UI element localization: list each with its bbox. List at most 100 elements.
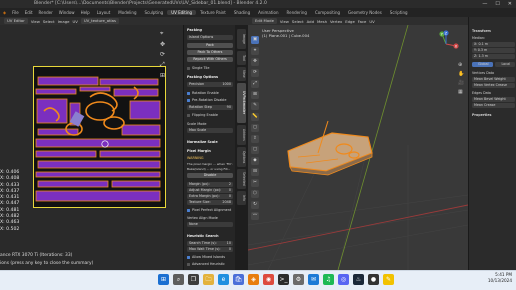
tab-compositing[interactable]: Compositing	[311, 10, 344, 15]
mean-bevel-field[interactable]: Mean Bevel Weight	[472, 77, 515, 82]
sidebar-tab-info[interactable]: Info	[237, 191, 246, 205]
annotate-icon[interactable]: ✎	[251, 102, 259, 110]
editor-type-dropdown[interactable]: UV Editor	[4, 18, 28, 24]
tab-texture-paint[interactable]: Texture Paint	[196, 10, 230, 15]
mesh-object[interactable]	[287, 120, 373, 176]
store-icon[interactable]: 🛍	[233, 274, 244, 285]
checkbox[interactable]	[187, 91, 190, 95]
search-time-field[interactable]: Search Time (s): 10	[187, 241, 233, 246]
extra-margin-field[interactable]: Extra Margin (px): 0	[187, 194, 233, 199]
tab-rendering[interactable]: Rendering	[283, 10, 311, 15]
tab-shading[interactable]: Shading	[230, 10, 254, 15]
close-button[interactable]: ✕	[508, 0, 512, 8]
notes-icon[interactable]: ✎	[383, 274, 394, 285]
system-tray[interactable]: 5:41 PM 10/13/2024	[488, 272, 512, 284]
knife-icon[interactable]: ✂	[251, 179, 259, 187]
move-icon[interactable]: ✥	[251, 58, 259, 66]
inset-icon[interactable]: ▢	[251, 146, 259, 154]
menu-help[interactable]: Help	[78, 10, 93, 15]
checkbox[interactable]	[187, 255, 190, 259]
cursor-icon[interactable]: ⌖	[251, 47, 259, 55]
edge-crease-field[interactable]: Mean Crease	[472, 103, 515, 108]
pixel-perfect-option[interactable]: Pixel Perfect Alignment	[187, 208, 233, 213]
minimize-button[interactable]: —	[482, 0, 487, 8]
checkbox[interactable]	[187, 113, 190, 117]
sidebar-tab-image[interactable]: Image	[237, 29, 246, 49]
transform-header[interactable]: Transform	[472, 29, 515, 34]
rotate-icon[interactable]: ⟳	[160, 51, 172, 58]
polybuild-icon[interactable]: ⬡	[251, 190, 259, 198]
task-view-icon[interactable]: ❐	[188, 274, 199, 285]
add-cube-icon[interactable]: ◻	[251, 124, 259, 132]
scale-mode-dropdown[interactable]: Max Scale	[187, 128, 233, 133]
windows-start-icon[interactable]: ⊞	[158, 274, 169, 285]
bevel-icon[interactable]: ◆	[251, 157, 259, 165]
adjust-margin-field[interactable]: Adjust Margin (px): 0	[187, 188, 233, 193]
rotate-icon[interactable]: ⟳	[251, 69, 259, 77]
transform-icon[interactable]: ⊞	[160, 72, 172, 79]
settings-icon[interactable]: ⚙	[293, 274, 304, 285]
menu-render[interactable]: Render	[36, 10, 56, 15]
obs-icon[interactable]: ●	[368, 274, 379, 285]
repack-button[interactable]: Repack With Others	[187, 57, 233, 62]
properties-header[interactable]: Properties	[472, 113, 515, 118]
tab-modeling[interactable]: Modeling	[114, 10, 140, 15]
viewport-canvas[interactable]	[248, 25, 468, 270]
select-icon[interactable]: ▣	[251, 36, 259, 44]
vp-menu-edge[interactable]: Edge	[345, 19, 355, 24]
pack-to-others-button[interactable]: Pack To Others	[187, 50, 233, 55]
uv-menu-select[interactable]: Select	[43, 19, 55, 24]
sidebar-tab-uvpackmaster[interactable]: UVPackmaster	[237, 83, 246, 123]
vp-menu-face[interactable]: Face	[358, 19, 367, 24]
vp-menu-vertex[interactable]: Vertex	[330, 19, 342, 24]
vp-menu-uv[interactable]: UV	[369, 19, 374, 24]
image-selector[interactable]: UV_texture_atlas	[80, 18, 119, 24]
steam-icon[interactable]: ♨	[353, 274, 364, 285]
spin-icon[interactable]: ↻	[251, 201, 259, 209]
blender-icon[interactable]: ◈	[248, 274, 259, 285]
rotation-step-field[interactable]: Rotation Step 90	[187, 105, 233, 110]
grid-icon[interactable]: ▦	[458, 89, 466, 95]
checkbox[interactable]	[187, 98, 190, 102]
pre-rotation-option[interactable]: Pre-Rotation Disable	[187, 98, 233, 103]
transform-icon[interactable]: ⊞	[251, 91, 259, 99]
mode-dropdown[interactable]: Edit Mode	[252, 18, 277, 24]
measure-icon[interactable]: 📏	[251, 113, 259, 121]
checkbox[interactable]	[187, 262, 190, 266]
section-pixel-margin[interactable]: Pixel Margin	[187, 149, 233, 154]
local-button[interactable]: Local	[494, 62, 515, 67]
tab-sculpting[interactable]: Sculpting	[141, 10, 168, 15]
navigation-gizmo[interactable]: X Y Z	[432, 30, 460, 58]
checkbox[interactable]	[187, 66, 190, 70]
tab-animation[interactable]: Animation	[254, 10, 282, 15]
uv-image-frame[interactable]	[33, 66, 166, 208]
max-wait-field[interactable]: Max Wait Time (s): 0	[187, 247, 233, 252]
section-packing-options[interactable]: Packing Options	[187, 75, 233, 80]
mail-icon[interactable]: ✉	[308, 274, 319, 285]
search-icon[interactable]: ⌕	[173, 274, 184, 285]
menu-edit[interactable]: Edit	[22, 10, 36, 15]
pan-icon[interactable]: ✋	[458, 71, 466, 77]
sidebar-tab-tool[interactable]: Tool	[237, 51, 246, 65]
sidebar-tab-addons[interactable]: Addons	[237, 125, 246, 145]
tab-uv-editing[interactable]: UV Editing	[167, 10, 197, 15]
uv-menu-view[interactable]: View	[31, 19, 40, 24]
spotify-icon[interactable]: ♫	[323, 274, 334, 285]
vertex-align-dropdown[interactable]: None	[187, 222, 233, 227]
uv-menu-image[interactable]: Image	[58, 19, 70, 24]
margin-field[interactable]: Margin (px): 2	[187, 182, 233, 187]
rotation-enable-option[interactable]: Rotation Enable	[187, 91, 233, 96]
3d-viewport[interactable]	[248, 25, 468, 270]
scale-icon[interactable]: ⤢	[251, 80, 259, 88]
sidebar-tab-selected[interactable]: Selected	[237, 169, 246, 189]
discord-icon[interactable]: ◎	[338, 274, 349, 285]
menu-file[interactable]: File	[9, 10, 22, 15]
menu-window[interactable]: Window	[56, 10, 78, 15]
grab-icon[interactable]: ✥	[160, 41, 172, 48]
section-normalize-scale[interactable]: Normalize Scale	[187, 140, 233, 145]
vp-menu-add[interactable]: Add	[307, 19, 314, 24]
checkbox[interactable]	[187, 208, 190, 212]
terminal-icon[interactable]: >_	[278, 274, 289, 285]
tab-layout[interactable]: Layout	[93, 10, 115, 15]
vp-menu-mesh[interactable]: Mesh	[317, 19, 327, 24]
